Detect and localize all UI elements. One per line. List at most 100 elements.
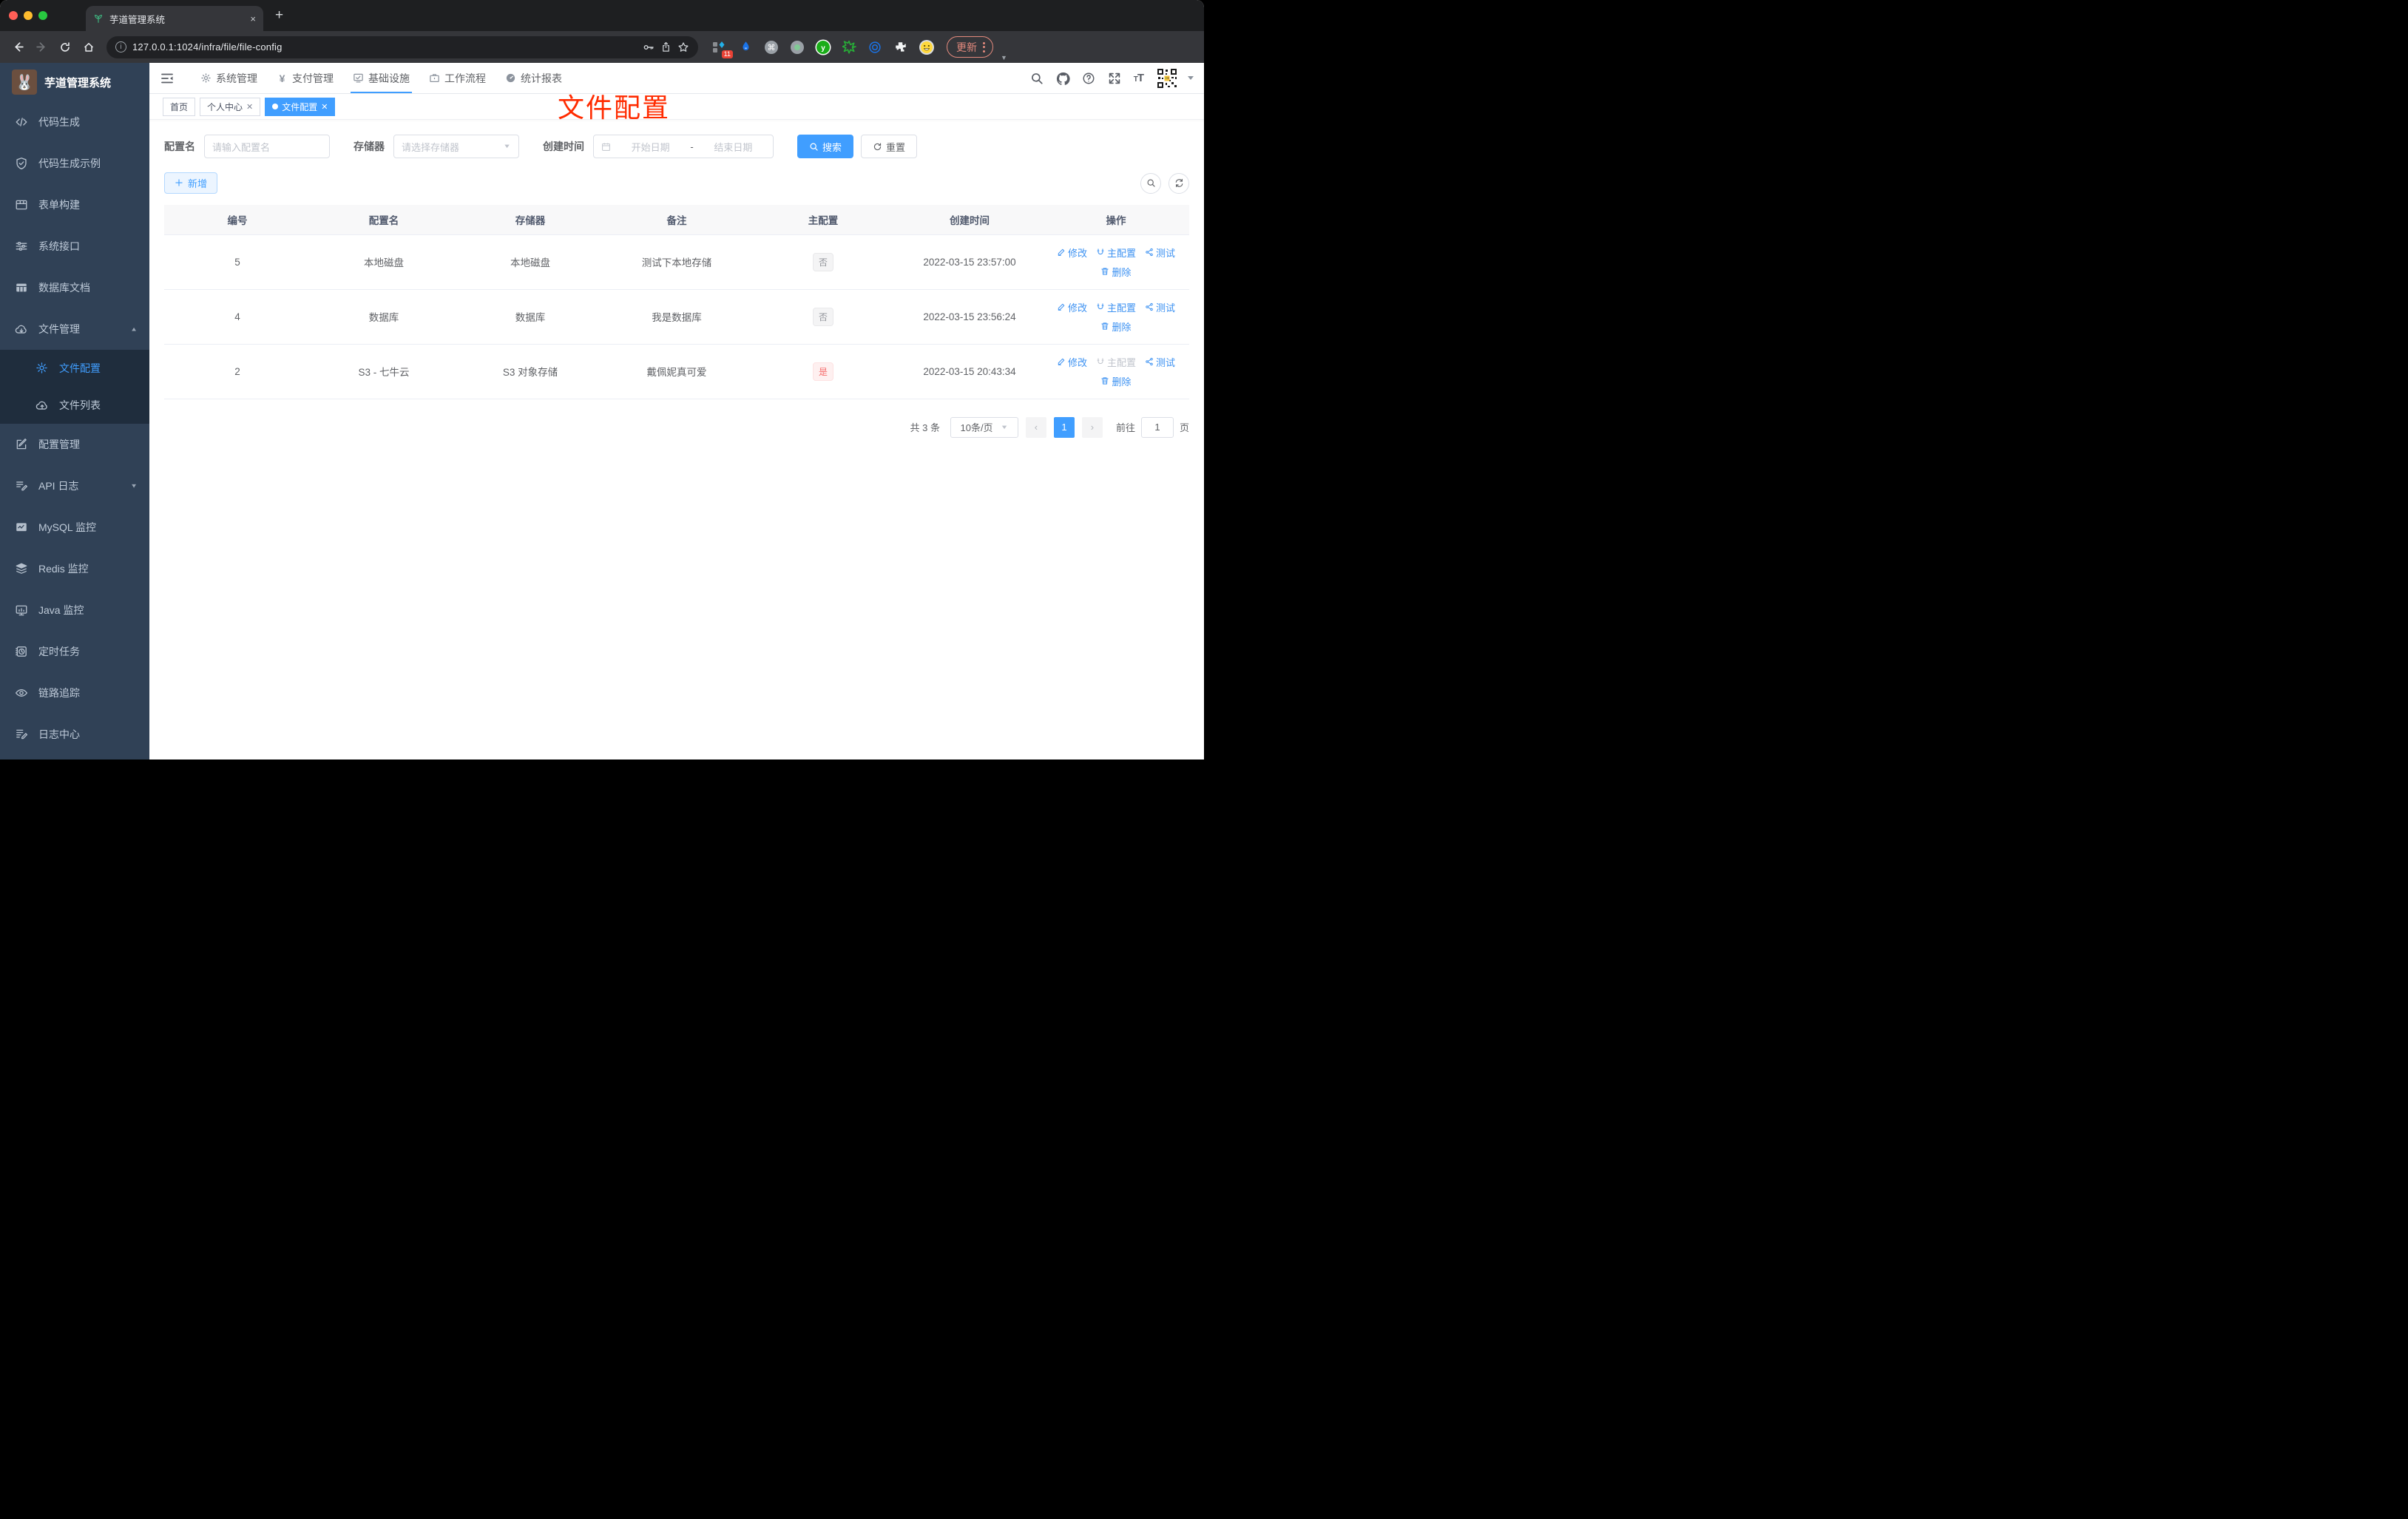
sidebar-item-label: 数据库文档 — [38, 282, 90, 294]
navbar-right-icons: TT — [1030, 67, 1194, 89]
current-page-button[interactable]: 1 — [1053, 416, 1075, 438]
master-config-link[interactable]: 主配置 — [1096, 300, 1136, 314]
sidebar-item-mysql-monitor[interactable]: MySQL 监控 — [0, 507, 149, 548]
table-toolbar: 新增 — [164, 172, 1189, 194]
test-link[interactable]: 测试 — [1145, 246, 1175, 260]
edit-link[interactable]: 修改 — [1057, 300, 1087, 314]
sidebar-item-form-builder[interactable]: 表单构建 — [0, 184, 149, 226]
delete-link[interactable]: 删除 — [1100, 265, 1132, 279]
goto-label: 前往 — [1115, 422, 1135, 433]
search-button[interactable]: 搜索 — [797, 135, 854, 158]
extension-y-icon[interactable]: y — [815, 39, 831, 55]
sidebar-item-code-gen[interactable]: 代码生成 — [0, 101, 149, 143]
address-bar[interactable]: i 127.0.0.1:1024/infra/file/file-config — [106, 35, 698, 58]
bookmark-star-icon[interactable] — [677, 41, 689, 53]
sidebar-item-trace[interactable]: 链路追踪 — [0, 672, 149, 714]
gear-icon — [200, 72, 212, 84]
topnav-item-infrastructure[interactable]: 基础设施 — [343, 63, 419, 93]
github-icon[interactable] — [1056, 72, 1070, 85]
maximize-window-button[interactable] — [38, 11, 47, 20]
delete-link[interactable]: 删除 — [1100, 374, 1132, 388]
tag-profile[interactable]: 个人中心 ✕ — [200, 97, 261, 116]
edit-link[interactable]: 修改 — [1057, 246, 1087, 260]
minimize-window-button[interactable] — [24, 11, 33, 20]
sidebar-collapse-icon[interactable] — [160, 71, 175, 86]
home-icon[interactable] — [78, 37, 99, 58]
topnav-item-system[interactable]: 系统管理 — [191, 63, 267, 93]
sidebar-item-cron-job[interactable]: 定时任务 — [0, 631, 149, 672]
next-page-button[interactable]: › — [1081, 416, 1103, 438]
date-separator: - — [690, 141, 694, 152]
tag-home[interactable]: 首页 — [163, 97, 196, 116]
sidebar-item-file-list[interactable]: 文件列表 — [0, 387, 149, 424]
test-link[interactable]: 测试 — [1145, 300, 1175, 314]
test-link[interactable]: 测试 — [1145, 355, 1175, 369]
reset-button[interactable]: 重置 — [861, 135, 918, 158]
help-icon[interactable] — [1082, 72, 1095, 85]
sidebar-item-api-log[interactable]: API 日志 ▼ — [0, 465, 149, 507]
extension-drop-icon[interactable] — [737, 39, 754, 55]
master-config-link[interactable]: 主配置 — [1096, 355, 1136, 369]
sidebar-item-system-api[interactable]: 系统接口 — [0, 226, 149, 267]
sidebar-item-db-doc[interactable]: 数据库文档 — [0, 267, 149, 308]
back-icon[interactable] — [7, 37, 28, 58]
edit-link[interactable]: 修改 — [1057, 355, 1087, 369]
sidebar-item-redis-monitor[interactable]: Redis 监控 — [0, 548, 149, 589]
url-text[interactable]: 127.0.0.1:1024/infra/file/file-config — [132, 41, 637, 53]
config-name-input[interactable]: 请输入配置名 — [204, 135, 330, 158]
extension-tabs-icon[interactable]: 11 — [711, 39, 733, 58]
reload-icon[interactable] — [55, 37, 75, 58]
prev-page-button[interactable]: ‹ — [1025, 416, 1046, 438]
refresh-table-button[interactable] — [1169, 172, 1189, 194]
new-tab-button[interactable]: + — [275, 7, 283, 24]
sidebar-item-log-center[interactable]: 日志中心 — [0, 714, 149, 755]
app-title: 芋道管理系统 — [44, 76, 112, 89]
sidebar-item-config-management[interactable]: 配置管理 — [0, 424, 149, 465]
browser-tab[interactable]: 芋道管理系统 × — [86, 6, 263, 31]
share-icon[interactable] — [660, 41, 672, 53]
forward-icon[interactable] — [31, 37, 52, 58]
extension-emoji-icon[interactable] — [919, 39, 935, 55]
storage-select[interactable]: 请选择存储器 ▼ — [393, 135, 519, 158]
goto-page-input[interactable]: 1 — [1140, 416, 1174, 438]
toggle-search-button[interactable] — [1140, 172, 1161, 194]
chevron-up-icon: ▲ — [130, 325, 138, 333]
master-badge: 否 — [812, 252, 833, 271]
sidebar-item-label: Redis 监控 — [38, 563, 89, 575]
topnav-item-payment[interactable]: ¥ 支付管理 — [267, 63, 343, 93]
sidebar-item-java-monitor[interactable]: Java 监控 — [0, 589, 149, 631]
delete-link[interactable]: 删除 — [1100, 319, 1132, 334]
add-button[interactable]: 新增 — [164, 172, 218, 194]
extension-command-icon[interactable]: ⌘ — [763, 39, 779, 55]
site-info-icon[interactable]: i — [115, 41, 126, 53]
tag-close-icon[interactable]: ✕ — [321, 102, 328, 112]
extension-star-icon[interactable] — [841, 39, 857, 55]
topnav-item-workflow[interactable]: 工作流程 — [419, 63, 496, 93]
avatar-caret-icon[interactable] — [1188, 76, 1194, 80]
avatar[interactable] — [1156, 67, 1178, 89]
close-window-button[interactable] — [9, 11, 18, 20]
extension-eye-icon[interactable] — [867, 39, 883, 55]
tag-file-config[interactable]: 文件配置 ✕ — [265, 97, 336, 116]
timer-icon — [15, 645, 28, 658]
password-key-icon[interactable] — [643, 41, 655, 53]
page-size-select[interactable]: 10条/页 ▼ — [950, 416, 1018, 438]
browser-menu-icon[interactable] — [983, 41, 985, 53]
fullscreen-icon[interactable] — [1108, 72, 1121, 85]
date-range-input[interactable]: 开始日期 - 结束日期 — [593, 135, 774, 158]
sidebar-logo[interactable]: 🐰 芋道管理系统 — [0, 63, 149, 101]
search-icon[interactable] — [1030, 72, 1044, 85]
sidebar-item-file-management[interactable]: 文件管理 ▲ — [0, 308, 149, 350]
sidebar-item-code-example[interactable]: 代码生成示例 — [0, 143, 149, 184]
tag-close-icon[interactable]: ✕ — [246, 102, 253, 112]
tab-close-icon[interactable]: × — [250, 13, 256, 24]
font-size-icon[interactable]: TT — [1134, 72, 1144, 84]
topnav-item-label: 系统管理 — [216, 72, 257, 84]
tab-title: 芋道管理系统 — [109, 14, 166, 25]
master-config-link[interactable]: 主配置 — [1096, 246, 1136, 260]
extension-puzzle-icon[interactable] — [893, 39, 909, 55]
extension-record-icon[interactable] — [789, 39, 805, 55]
sidebar-item-label: 代码生成示例 — [38, 158, 101, 169]
browser-update-button[interactable]: 更新 — [947, 36, 993, 58]
sidebar-item-file-config[interactable]: 文件配置 — [0, 350, 149, 387]
